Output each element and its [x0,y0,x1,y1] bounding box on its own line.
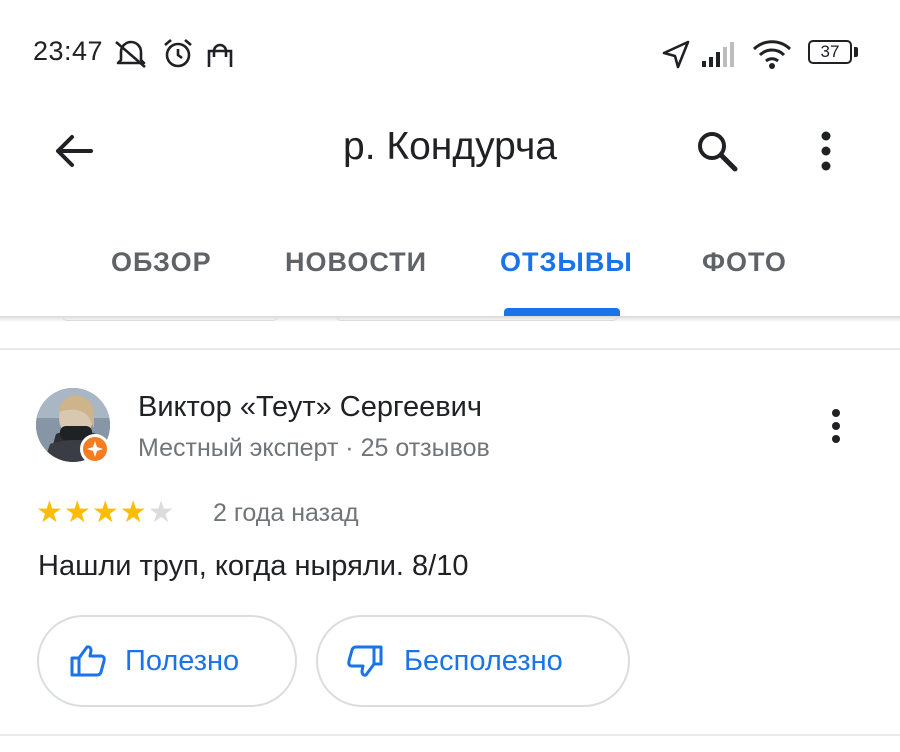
battery-nub [854,47,858,57]
star-rating: ★ ★ ★ ★ ★ [36,496,175,530]
search-button[interactable] [690,124,744,178]
active-tab-indicator [504,308,620,316]
star-filled-icon: ★ [119,496,147,529]
divider [0,348,900,350]
more-options-button[interactable] [806,124,846,178]
sparkle-icon [87,441,103,457]
star-filled-icon: ★ [63,496,91,529]
review-author[interactable]: Виктор «Теут» Сергеевич [138,391,482,424]
bag-icon [207,43,233,67]
not-helpful-button[interactable]: Бесполезно [316,615,630,707]
location-arrow-icon [662,40,690,69]
chip-peek [62,316,278,321]
tab-overview[interactable]: ОБЗОР [111,247,212,278]
status-time: 23:47 [33,36,104,66]
tab-news[interactable]: НОВОСТИ [285,247,427,278]
tab-reviews[interactable]: ОТЗЫВЫ [500,247,633,278]
more-vert-icon [832,409,840,443]
tab-photos[interactable]: ФОТО [702,247,787,278]
review-text: Нашли труп, когда ныряли. 8/10 [38,550,469,582]
more-vert-icon [821,131,831,171]
review-author-meta: Местный эксперт · 25 отзывов [138,434,490,462]
review-more-button[interactable] [822,404,850,448]
divider [0,734,900,736]
wifi-icon [752,40,792,69]
star-filled-icon: ★ [91,496,119,529]
chip-peek [336,316,618,321]
battery-icon: 37 [808,40,852,64]
review-date: 2 года назад [213,499,359,527]
star-filled-icon: ★ [36,496,63,529]
page-title: р. Кондурча [343,125,557,168]
not-helpful-label: Бесполезно [404,644,563,677]
signal-icon [702,42,734,67]
star-empty-icon: ★ [147,496,175,529]
helpful-button[interactable]: Полезно [37,615,297,707]
bell-off-icon [115,40,146,68]
thumbs-down-icon [347,645,383,677]
thumbs-up-icon [70,645,106,677]
local-guide-badge [80,434,110,464]
helpful-label: Полезно [125,644,240,677]
search-icon [698,132,738,172]
alarm-icon [164,39,192,68]
